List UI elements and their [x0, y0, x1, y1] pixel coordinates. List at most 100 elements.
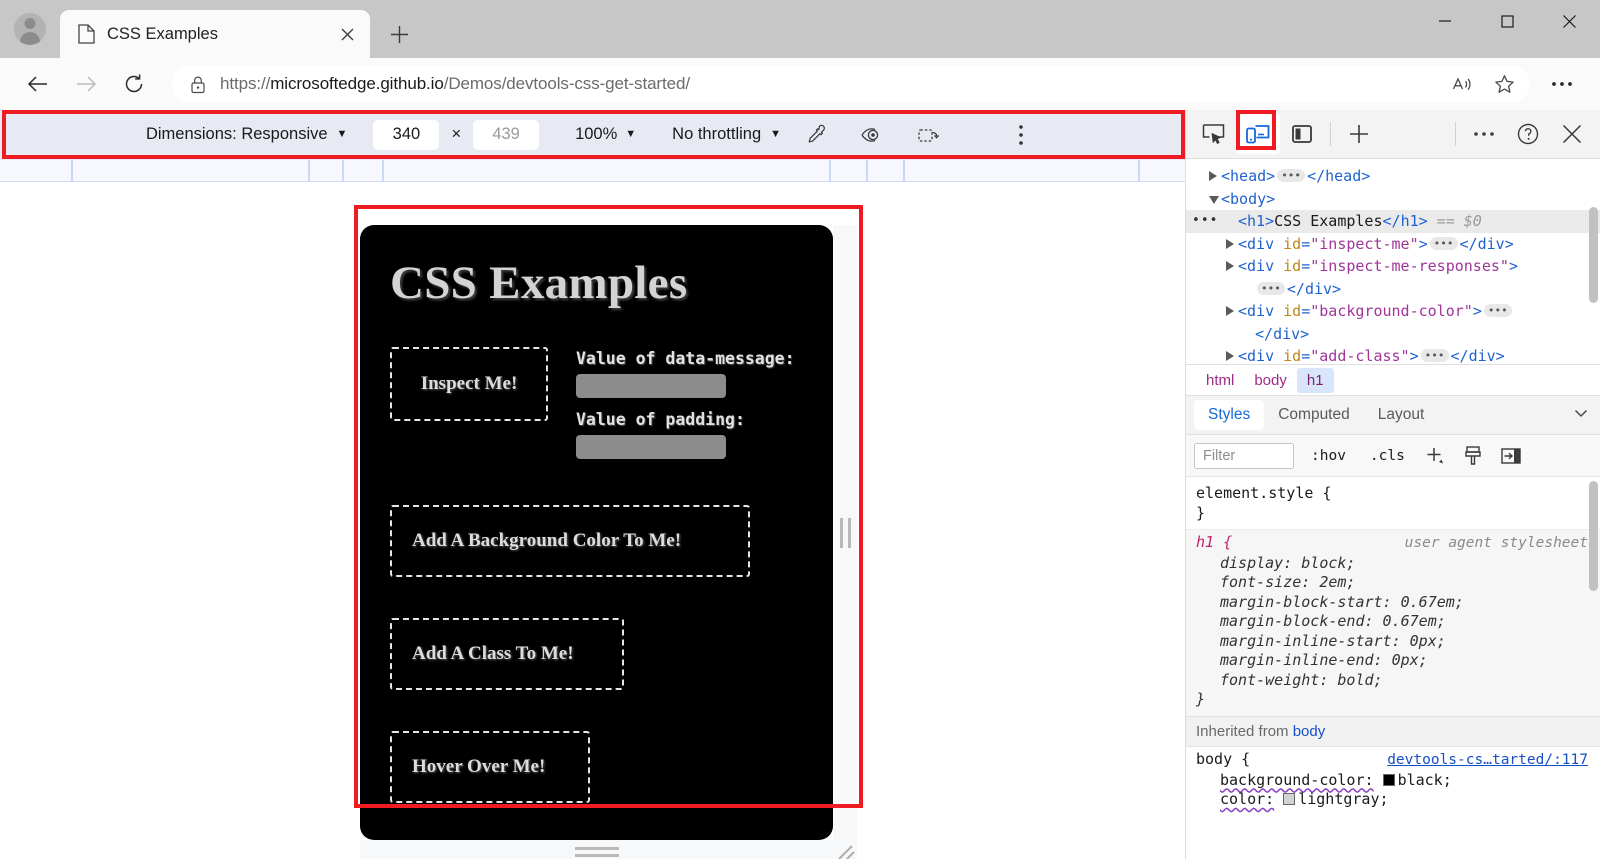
address-bar[interactable]: https://microsoftedge.github.io/Demos/de…	[172, 65, 1530, 103]
dom-tree-row[interactable]: <div id="inspect-me"> ••• </div>	[1186, 233, 1600, 256]
class-style-button[interactable]	[1458, 443, 1488, 469]
help-button[interactable]	[1506, 114, 1550, 154]
css-declaration[interactable]: margin-inline-end: 0px;	[1196, 651, 1588, 671]
body-rule-source-link[interactable]: devtools-cs…tarted/:117	[1387, 751, 1588, 771]
collapsed-triangle-icon[interactable]	[1226, 306, 1234, 316]
breadcrumb-item-html[interactable]: html	[1196, 368, 1244, 393]
dom-tree-row[interactable]: <div id="add-class"> ••• </div>	[1186, 345, 1600, 364]
element-style-rule[interactable]: element.style { }	[1186, 481, 1600, 529]
color-swatch[interactable]	[1382, 773, 1395, 786]
dom-tree-row[interactable]: ••• </div>	[1186, 278, 1600, 301]
maximize-button[interactable]	[1476, 0, 1538, 42]
css-declaration[interactable]: margin-block-end: 0.67em;	[1196, 612, 1588, 632]
eyedropper-button[interactable]	[797, 118, 837, 152]
emulated-page[interactable]: CSS Examples Inspect Me! Value of data-m…	[360, 225, 833, 840]
emulation-more-options-button[interactable]	[999, 118, 1043, 152]
dom-tree[interactable]: <head> ••• </head> <body> ••• <h1>CSS Example…	[1186, 159, 1600, 364]
styles-scrollbar[interactable]	[1589, 481, 1598, 591]
toggle-device-emulation-button[interactable]	[1236, 114, 1280, 154]
more-tools-button[interactable]	[1462, 114, 1506, 154]
new-style-rule-button[interactable]	[1420, 443, 1450, 469]
inspect-element-button[interactable]	[1192, 114, 1236, 154]
new-tab-button[interactable]	[384, 19, 414, 49]
styles-rules-list[interactable]: element.style { } h1 { user agent styles…	[1186, 477, 1600, 859]
back-button[interactable]	[16, 62, 60, 106]
expand-children-icon[interactable]: •••	[1429, 236, 1458, 250]
breadcrumb-item-h1[interactable]: h1	[1296, 367, 1334, 393]
dom-tree-row[interactable]: <div id="inspect-me-responses">	[1186, 255, 1600, 278]
read-aloud-button[interactable]	[1444, 66, 1480, 102]
css-declaration[interactable]: background-color: black;	[1196, 771, 1588, 791]
favorite-button[interactable]	[1486, 66, 1522, 102]
tab-close-button[interactable]	[332, 19, 362, 49]
dom-tree-row[interactable]: <head> ••• </head>	[1186, 165, 1600, 188]
styles-filter-input[interactable]: Filter	[1194, 442, 1294, 469]
forward-button[interactable]	[64, 62, 108, 106]
dom-tree-row[interactable]: <body>	[1186, 188, 1600, 211]
force-state-button[interactable]: :hov	[1304, 445, 1353, 467]
height-input[interactable]: 439	[473, 119, 540, 150]
css-value[interactable]: black;	[1398, 771, 1452, 789]
css-declaration[interactable]: margin-inline-start: 0px;	[1196, 632, 1588, 652]
dom-tree-row[interactable]: ••• <h1>CSS Examples</h1> == $0	[1186, 210, 1600, 233]
dom-row-menu-icon[interactable]: •••	[1192, 210, 1218, 233]
expanded-triangle-icon[interactable]	[1209, 195, 1219, 204]
dom-tree-scrollbar[interactable]	[1589, 207, 1598, 303]
hover-over-me-button[interactable]: Hover Over Me!	[390, 731, 590, 803]
minimize-button[interactable]	[1414, 0, 1476, 42]
throttling-dropdown[interactable]: No throttling ▼	[672, 125, 781, 144]
dock-side-button[interactable]	[1280, 114, 1324, 154]
vision-deficiency-button[interactable]	[853, 118, 893, 152]
dimensions-dropdown[interactable]: Dimensions: Responsive ▼	[142, 125, 351, 144]
profile-button[interactable]	[0, 0, 60, 58]
expand-children-icon[interactable]: •••	[1483, 304, 1512, 317]
element-classes-button[interactable]: .cls	[1363, 445, 1412, 467]
zoom-dropdown[interactable]: 100% ▼	[575, 125, 636, 144]
inspect-me-button[interactable]: Inspect Me!	[390, 347, 548, 421]
collapsed-triangle-icon[interactable]	[1209, 171, 1217, 181]
h1-user-agent-rule[interactable]: h1 { user agent stylesheet display: bloc…	[1186, 529, 1600, 716]
browser-tab[interactable]: CSS Examples	[60, 10, 370, 58]
width-input[interactable]: 340	[373, 119, 440, 150]
breadcrumb[interactable]: html body h1	[1186, 364, 1600, 395]
inherited-source[interactable]: body	[1293, 723, 1326, 740]
styles-panel-tabs: Styles Computed Layout	[1186, 395, 1600, 435]
add-class-button[interactable]: Add A Class To Me!	[390, 618, 624, 690]
expand-children-icon[interactable]: •••	[1420, 349, 1449, 362]
css-declaration[interactable]: font-size: 2em;	[1196, 573, 1588, 593]
h1-selector: h1 {	[1196, 533, 1233, 551]
css-declaration[interactable]: margin-block-start: 0.67em;	[1196, 593, 1588, 613]
add-background-color-button[interactable]: Add A Background Color To Me!	[390, 505, 750, 577]
dom-token: >	[1265, 212, 1275, 230]
css-declaration[interactable]: color: lightgray;	[1196, 790, 1588, 810]
tab-styles[interactable]: Styles	[1194, 400, 1265, 430]
tab-layout[interactable]: Layout	[1364, 400, 1439, 430]
breadcrumb-item-body[interactable]: body	[1244, 368, 1297, 393]
copy-styles-button[interactable]	[1496, 443, 1526, 469]
collapsed-triangle-icon[interactable]	[1226, 261, 1234, 271]
color-swatch[interactable]	[1283, 793, 1296, 805]
expand-children-icon[interactable]: •••	[1277, 169, 1306, 182]
browser-settings-button[interactable]	[1540, 62, 1584, 106]
expand-children-icon[interactable]: •••	[1257, 281, 1285, 295]
css-value[interactable]: lightgray;	[1298, 790, 1388, 808]
dom-tree-row[interactable]: </div>	[1186, 323, 1600, 346]
tab-computed[interactable]: Computed	[1264, 400, 1364, 430]
add-panel-button[interactable]	[1337, 114, 1381, 154]
chevron-down-icon: ▼	[770, 128, 782, 140]
css-declaration[interactable]: display: block;	[1196, 554, 1588, 574]
viewport-height-resize-handle[interactable]	[360, 840, 833, 859]
css-declaration[interactable]: font-weight: bold;	[1196, 671, 1588, 691]
close-devtools-button[interactable]	[1550, 114, 1594, 154]
rotate-device-button[interactable]	[909, 118, 949, 152]
window-close-button[interactable]	[1538, 0, 1600, 42]
dom-tree-row[interactable]: <div id="background-color"> •••	[1186, 300, 1600, 323]
reload-button[interactable]	[112, 62, 156, 106]
body-rule[interactable]: body { devtools-cs…tarted/:117 backgroun…	[1186, 747, 1600, 816]
panel-tabs-more-button[interactable]	[1572, 404, 1590, 427]
collapsed-triangle-icon[interactable]	[1226, 238, 1234, 249]
viewport-width-resize-handle[interactable]	[833, 225, 857, 840]
collapsed-triangle-icon[interactable]	[1226, 351, 1234, 361]
viewport-corner-resize-handle[interactable]	[833, 840, 857, 859]
media-query-ruler[interactable]	[0, 159, 1185, 183]
